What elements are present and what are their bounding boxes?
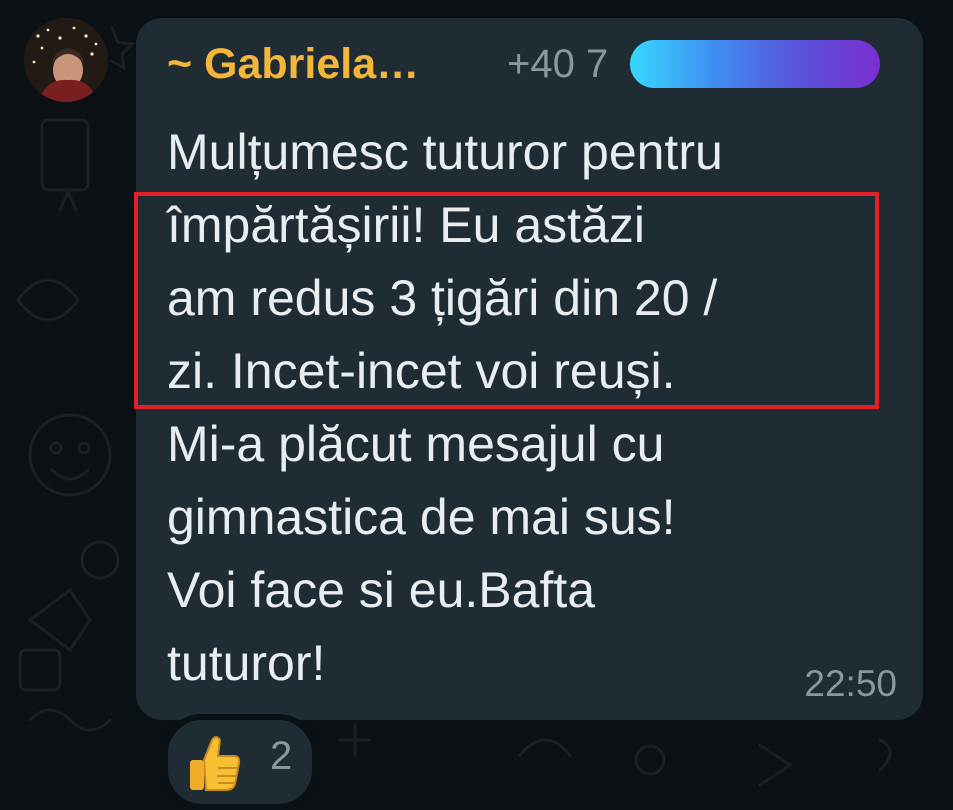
sender-avatar[interactable] (24, 18, 108, 102)
message-line: Mi-a plăcut mesajul cu (167, 416, 665, 472)
reaction-count: 2 (270, 734, 293, 778)
message-line: Mulțumesc tuturor pentru (167, 124, 723, 180)
message-text: Mulțumesc tuturor pentru împărtășirii! E… (167, 116, 723, 700)
phone-redaction-overlay (630, 40, 880, 88)
message-bubble[interactable]: ~ Gabriela… +40 7 Mulțumesc tuturor pent… (136, 18, 923, 720)
sender-name[interactable]: ~ Gabriela… (167, 40, 419, 89)
reaction-pill[interactable]: 2 (162, 714, 318, 810)
message-line: tuturor! (167, 635, 326, 691)
thumbs-up-icon (190, 736, 241, 791)
message-line: am redus 3 țigări din 20 / (167, 270, 718, 326)
message-line: împărtășirii! Eu astăzi (167, 197, 645, 253)
message-line: zi. Incet-incet voi reuși. (167, 343, 676, 399)
avatar-photo (24, 18, 108, 102)
message-line: Voi face si eu.Bafta (167, 562, 596, 618)
message-timestamp: 22:50 (804, 663, 897, 704)
sender-phone: +40 7 (507, 42, 609, 86)
message-line: gimnastica de mai sus! (167, 489, 676, 545)
